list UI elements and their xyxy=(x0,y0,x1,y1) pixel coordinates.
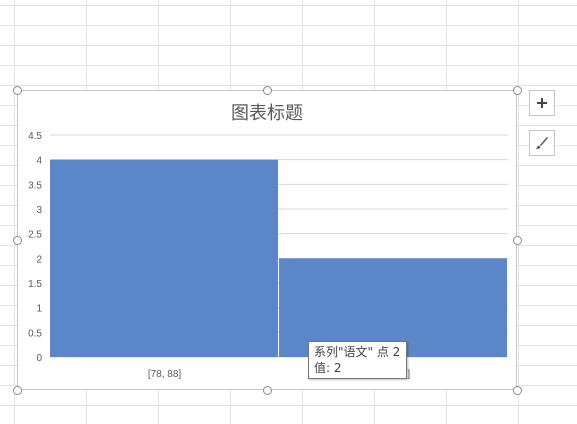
x-tick-label: [78, 88] xyxy=(148,369,182,380)
tooltip-series-line: 系列"语文" 点 2 xyxy=(314,345,401,359)
chart-area[interactable]: 图表标题 00.511.522.533.544.5[78, 88][88, 98… xyxy=(17,90,517,390)
y-tick-label: 0 xyxy=(36,353,42,364)
y-tick-label: 4.5 xyxy=(28,131,42,142)
y-tick-label: 2.5 xyxy=(28,230,42,241)
resize-handle-bottom-right[interactable] xyxy=(513,386,522,395)
y-tick-label: 1.5 xyxy=(28,279,42,290)
resize-handle-bottom-left[interactable] xyxy=(13,386,22,395)
data-point-tooltip: 系列"语文" 点 2 值: 2 xyxy=(308,341,407,379)
resize-handle-middle-right[interactable] xyxy=(513,236,522,245)
tooltip-value-line: 值: 2 xyxy=(314,361,342,375)
resize-handle-bottom-center[interactable] xyxy=(263,386,272,395)
resize-handle-top-center[interactable] xyxy=(263,86,272,95)
y-tick-label: 0.5 xyxy=(28,328,42,339)
resize-handle-top-left[interactable] xyxy=(13,86,22,95)
bar[interactable] xyxy=(50,159,278,357)
chart-styles-button[interactable] xyxy=(529,130,555,156)
chart-elements-button[interactable] xyxy=(529,90,555,116)
resize-handle-top-right[interactable] xyxy=(513,86,522,95)
y-tick-label: 3.5 xyxy=(28,180,42,191)
resize-handle-middle-left[interactable] xyxy=(13,236,22,245)
plus-icon xyxy=(537,98,547,108)
y-tick-label: 2 xyxy=(36,254,42,265)
chart-plot[interactable]: 00.511.522.533.544.5[78, 88][88, 98] xyxy=(18,91,518,391)
y-tick-label: 3 xyxy=(36,205,42,216)
brush-icon xyxy=(536,137,548,149)
y-tick-label: 1 xyxy=(36,304,42,315)
y-tick-label: 4 xyxy=(36,156,42,167)
